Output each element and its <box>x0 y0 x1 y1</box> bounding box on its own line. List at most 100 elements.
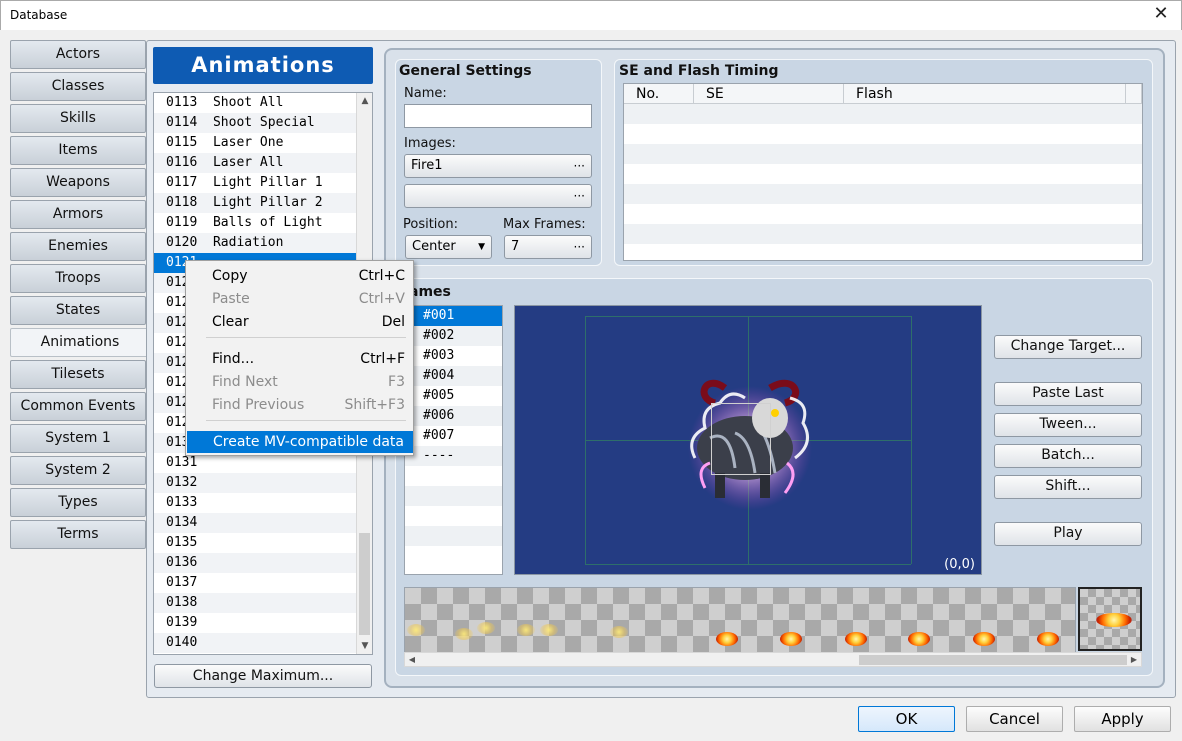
list-item[interactable]: 0131 <box>154 453 357 473</box>
frame-list[interactable]: #001 #002 #003 #004 #005 #006 #007 ---- <box>404 305 503 575</box>
list-item[interactable]: 0118 Light Pillar 2 <box>154 193 357 213</box>
list-item[interactable]: 0133 <box>154 493 357 513</box>
effect-cell[interactable] <box>517 624 535 636</box>
tab-enemies[interactable]: Enemies <box>10 232 146 261</box>
menu-item-clear[interactable]: Clear Del <box>186 311 413 333</box>
frame-item[interactable]: #003 <box>405 346 502 366</box>
fire-cell[interactable] <box>780 632 802 646</box>
scrollbar-thumb[interactable] <box>859 655 1127 665</box>
list-item[interactable]: 0114 Shoot Special <box>154 113 357 133</box>
table-row[interactable] <box>624 224 1142 244</box>
image1-picker[interactable]: Fire1 ··· <box>404 154 592 178</box>
tab-common-events[interactable]: Common Events <box>10 392 146 421</box>
list-item[interactable]: 0136 <box>154 553 357 573</box>
fire-cell[interactable] <box>845 632 867 646</box>
tab-states[interactable]: States <box>10 296 146 325</box>
table-row[interactable] <box>624 244 1142 264</box>
column-header-no[interactable]: No. <box>624 84 694 104</box>
list-item[interactable]: 0115 Laser One <box>154 133 357 153</box>
max-frames-picker[interactable]: 7 ··· <box>504 235 592 259</box>
tab-weapons[interactable]: Weapons <box>10 168 146 197</box>
list-item[interactable]: 0117 Light Pillar 1 <box>154 173 357 193</box>
menu-item-copy[interactable]: Copy Ctrl+C <box>186 265 413 287</box>
list-item[interactable]: 0116 Laser All <box>154 153 357 173</box>
position-select[interactable]: Center ▼ <box>405 235 492 259</box>
frame-item[interactable] <box>405 506 502 526</box>
tab-items[interactable]: Items <box>10 136 146 165</box>
name-input[interactable] <box>404 104 592 128</box>
batch-button[interactable]: Batch... <box>994 444 1142 468</box>
apply-button[interactable]: Apply <box>1074 706 1171 732</box>
effect-cell[interactable] <box>455 628 473 640</box>
se-flash-table[interactable]: No. SE Flash <box>623 83 1143 261</box>
scroll-left-icon[interactable]: ◀ <box>405 653 419 666</box>
effect-cell[interactable] <box>540 624 558 636</box>
frame-item[interactable]: ---- <box>405 446 502 466</box>
table-row[interactable] <box>624 164 1142 184</box>
frame-item[interactable]: #004 <box>405 366 502 386</box>
shift-button[interactable]: Shift... <box>994 475 1142 499</box>
change-maximum-button[interactable]: Change Maximum... <box>154 664 372 688</box>
scroll-right-icon[interactable]: ▶ <box>1127 653 1141 666</box>
effect-cell[interactable] <box>407 624 425 636</box>
fire-cell[interactable] <box>908 632 930 646</box>
frame-item[interactable] <box>405 546 502 566</box>
list-item[interactable]: 0132 <box>154 473 357 493</box>
play-button[interactable]: Play <box>994 522 1142 546</box>
frame-item[interactable]: #002 <box>405 326 502 346</box>
table-row[interactable] <box>624 184 1142 204</box>
table-row[interactable] <box>624 124 1142 144</box>
tab-actors[interactable]: Actors <box>10 40 146 69</box>
table-row[interactable] <box>624 144 1142 164</box>
cell-selection-box[interactable] <box>711 403 771 475</box>
change-target-button[interactable]: Change Target... <box>994 335 1142 359</box>
animation-canvas[interactable]: (0,0) <box>514 305 982 575</box>
image2-picker[interactable]: ··· <box>404 184 592 208</box>
table-row[interactable] <box>624 104 1142 124</box>
scrollbar-thumb[interactable] <box>359 533 370 635</box>
tab-animations[interactable]: Animations <box>10 328 150 357</box>
tab-skills[interactable]: Skills <box>10 104 146 133</box>
frame-item[interactable]: #001 <box>405 306 502 326</box>
list-item[interactable]: 0137 <box>154 573 357 593</box>
menu-item-find[interactable]: Find... Ctrl+F <box>186 348 413 370</box>
fire-cell[interactable] <box>973 632 995 646</box>
tab-terms[interactable]: Terms <box>10 520 146 549</box>
frame-item[interactable]: #007 <box>405 426 502 446</box>
list-item[interactable]: 0139 <box>154 613 357 633</box>
strip-scrollbar[interactable]: ◀ ▶ <box>404 652 1142 667</box>
tab-troops[interactable]: Troops <box>10 264 146 293</box>
tab-tilesets[interactable]: Tilesets <box>10 360 146 389</box>
list-item[interactable]: 0120 Radiation <box>154 233 357 253</box>
tab-types[interactable]: Types <box>10 488 146 517</box>
frame-item[interactable]: #005 <box>405 386 502 406</box>
ok-button[interactable]: OK <box>858 706 955 732</box>
column-header-se[interactable]: SE <box>694 84 844 104</box>
menu-item-create-mv-compatible-data[interactable]: Create MV-compatible data <box>187 431 413 453</box>
frame-item[interactable]: #006 <box>405 406 502 426</box>
tab-system-1[interactable]: System 1 <box>10 424 146 453</box>
effect-cell[interactable] <box>610 626 628 638</box>
list-item[interactable]: 0134 <box>154 513 357 533</box>
fire-cell[interactable] <box>1037 632 1059 646</box>
scroll-down-icon[interactable]: ▼ <box>357 638 373 654</box>
cell-palette-strip[interactable] <box>404 587 1076 653</box>
list-item[interactable]: 0135 <box>154 533 357 553</box>
cancel-button[interactable]: Cancel <box>966 706 1063 732</box>
frame-item[interactable] <box>405 466 502 486</box>
effect-cell[interactable] <box>477 622 495 634</box>
table-row[interactable] <box>624 204 1142 224</box>
tab-classes[interactable]: Classes <box>10 72 146 101</box>
close-icon[interactable]: ✕ <box>1151 4 1171 24</box>
paste-last-button[interactable]: Paste Last <box>994 382 1142 406</box>
list-item[interactable]: 0113 Shoot All <box>154 93 357 113</box>
list-item[interactable]: 0138 <box>154 593 357 613</box>
list-item[interactable]: 0119 Balls of Light <box>154 213 357 233</box>
frame-item[interactable] <box>405 486 502 506</box>
scroll-up-icon[interactable]: ▲ <box>357 93 373 109</box>
tab-system-2[interactable]: System 2 <box>10 456 146 485</box>
list-item[interactable]: 0140 <box>154 633 357 653</box>
frame-item[interactable] <box>405 526 502 546</box>
column-header-flash[interactable]: Flash <box>844 84 1126 104</box>
tab-armors[interactable]: Armors <box>10 200 146 229</box>
